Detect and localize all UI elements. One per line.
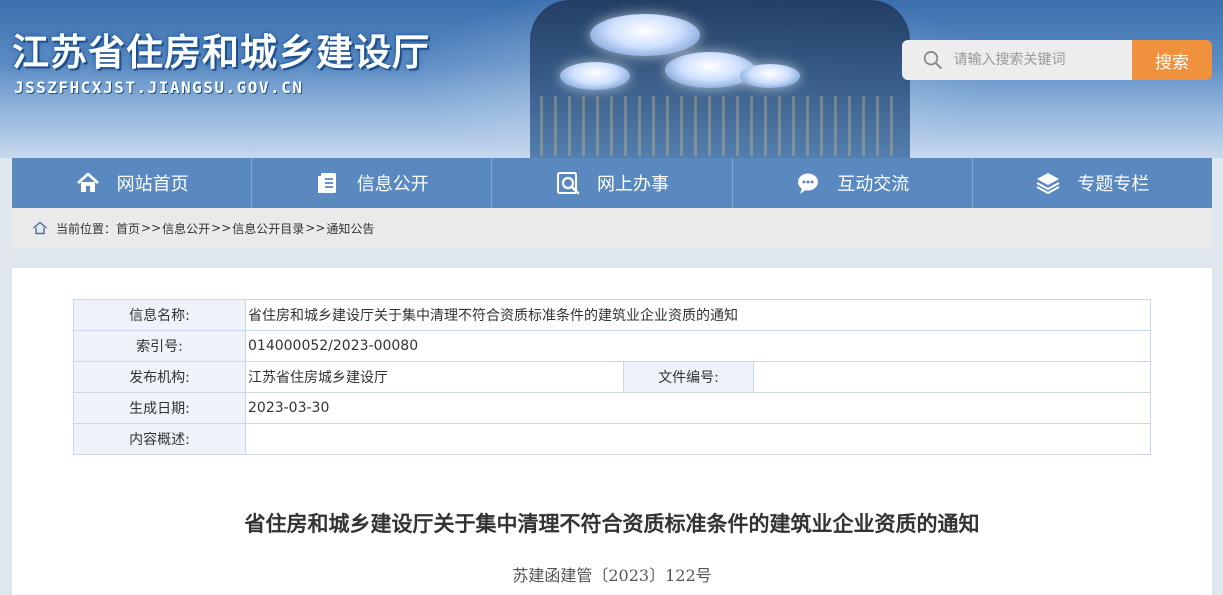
breadcrumb-separator: >> xyxy=(211,221,232,235)
info-name-label: 信息名称: xyxy=(73,299,246,331)
main-content: 信息名称: 省住房和城乡建设厅关于集中清理不符合资质标准条件的建筑业企业资质的通… xyxy=(12,268,1212,595)
breadcrumb-item-home[interactable]: 首页 xyxy=(116,220,140,237)
summary-label: 内容概述: xyxy=(73,423,246,455)
search-input[interactable] xyxy=(951,41,1132,79)
breadcrumb-separator: >> xyxy=(305,221,326,235)
banner-dome xyxy=(560,62,630,90)
table-row: 索引号: 014000052/2023-00080 xyxy=(73,330,1151,362)
search-button[interactable]: 搜索 xyxy=(1132,40,1212,80)
main-nav: 网站首页 信息公开 网上办事 互动交流 专题专栏 xyxy=(12,158,1212,208)
site-title: 江苏省住房和城乡建设厅 xyxy=(12,31,430,74)
search-box xyxy=(902,40,1132,80)
nav-item-services[interactable]: 网上办事 xyxy=(492,158,733,208)
site-domain: JSSZFHCXJST.JIANGSU.GOV.CN xyxy=(14,78,304,97)
nav-item-label: 专题专栏 xyxy=(1077,174,1150,195)
table-row: 内容概述: xyxy=(73,423,1151,455)
banner-lights xyxy=(540,96,900,156)
layers-icon xyxy=(1036,173,1060,195)
home-icon xyxy=(76,172,99,192)
nav-item-label: 互动交流 xyxy=(837,174,910,195)
document-icon xyxy=(317,173,336,193)
breadcrumb: 当前位置： 首页 >> 信息公开 >> 信息公开目录 >> 通知公告 xyxy=(12,208,1212,248)
banner-dome xyxy=(740,64,800,88)
nav-item-label: 信息公开 xyxy=(356,174,429,195)
info-meta-table: 信息名称: 省住房和城乡建设厅关于集中清理不符合资质标准条件的建筑业企业资质的通… xyxy=(73,299,1151,455)
summary-value xyxy=(245,423,1151,455)
banner-dome xyxy=(665,52,755,88)
home-icon xyxy=(33,221,47,235)
index-value: 014000052/2023-00080 xyxy=(245,330,1151,362)
publisher-label: 发布机构: xyxy=(73,361,246,393)
breadcrumb-separator: >> xyxy=(141,221,162,235)
table-row: 信息名称: 省住房和城乡建设厅关于集中清理不符合资质标准条件的建筑业企业资质的通… xyxy=(73,299,1151,331)
search-document-icon xyxy=(557,172,580,195)
nav-item-home[interactable]: 网站首页 xyxy=(12,158,253,208)
nav-item-info[interactable]: 信息公开 xyxy=(252,158,493,208)
breadcrumb-item-info[interactable]: 信息公开 xyxy=(162,220,210,237)
doc-number-value xyxy=(753,361,1151,393)
publisher-value: 江苏省住房城乡建设厅 xyxy=(245,361,624,393)
breadcrumb-item-notices[interactable]: 通知公告 xyxy=(326,220,374,237)
nav-item-interaction[interactable]: 互动交流 xyxy=(733,158,973,208)
nav-item-label: 网上办事 xyxy=(597,174,669,195)
breadcrumb-label: 当前位置： xyxy=(56,221,117,236)
nav-item-topics[interactable]: 专题专栏 xyxy=(973,158,1212,208)
breadcrumb-item-catalog[interactable]: 信息公开目录 xyxy=(232,220,304,237)
document-title: 省住房和城乡建设厅关于集中清理不符合资质标准条件的建筑业企业资质的通知 xyxy=(244,512,980,536)
info-name-value: 省住房和城乡建设厅关于集中清理不符合资质标准条件的建筑业企业资质的通知 xyxy=(245,299,1151,331)
banner-dome xyxy=(590,14,700,56)
table-row: 生成日期: 2023-03-30 xyxy=(73,392,1151,424)
doc-number-label: 文件编号: xyxy=(623,361,754,393)
site-header: 江苏省住房和城乡建设厅 JSSZFHCXJST.JIANGSU.GOV.CN 搜… xyxy=(0,0,1223,158)
date-value: 2023-03-30 xyxy=(245,392,1151,424)
nav-item-label: 网站首页 xyxy=(116,174,189,195)
index-label: 索引号: xyxy=(73,330,246,362)
chat-icon xyxy=(798,173,819,194)
date-label: 生成日期: xyxy=(73,392,246,424)
table-row: 发布机构: 江苏省住房城乡建设厅 文件编号: xyxy=(73,361,1151,393)
document-number: 苏建函建管〔2023〕122号 xyxy=(512,566,712,585)
search-icon xyxy=(923,51,942,70)
